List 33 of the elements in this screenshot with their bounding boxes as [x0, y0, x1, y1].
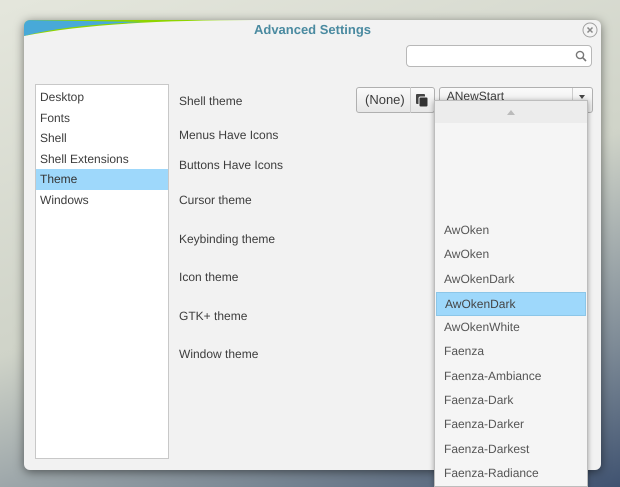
setting-label: GTK+ theme — [179, 308, 248, 325]
menu-item[interactable]: Faenza-Dark — [436, 389, 586, 414]
setting-label: Buttons Have Icons — [179, 157, 284, 174]
sidebar-item[interactable]: Theme — [36, 169, 168, 190]
setting-label: Window theme — [179, 346, 258, 363]
sidebar-item[interactable]: Desktop — [36, 87, 168, 108]
sidebar-item[interactable]: Shell Extensions — [36, 148, 168, 169]
setting-label: Menus Have Icons — [179, 127, 278, 144]
setting-label: Icon theme — [179, 269, 238, 286]
setting-label: Keybinding theme — [179, 231, 276, 248]
sidebar-item[interactable]: Windows — [36, 190, 168, 210]
menu-item[interactable]: Faenza-Ambiance — [436, 364, 586, 390]
window-title: Advanced Settings — [254, 21, 372, 40]
menu-item[interactable]: Faenza-Radiance — [436, 462, 586, 486]
sidebar-item[interactable]: Fonts — [36, 108, 168, 128]
close-icon[interactable] — [582, 22, 598, 38]
menu-item[interactable]: Faenza-Darker — [436, 413, 586, 438]
sidebar-item[interactable]: Shell — [36, 128, 168, 148]
menu-item[interactable]: AwOkenWhite — [436, 316, 586, 340]
search-icon — [575, 50, 587, 62]
menu-item[interactable]: AwOkenDark — [436, 268, 586, 292]
setting-label: Cursor theme — [179, 192, 252, 209]
menu-item[interactable]: AwOken — [436, 243, 586, 268]
files-icon — [416, 94, 428, 106]
menu-item[interactable]: Faenza-Darkest — [436, 438, 586, 462]
menu-item[interactable]: AwOken — [436, 219, 586, 244]
search-field[interactable] — [406, 45, 592, 67]
scroll-up-icon[interactable] — [507, 110, 515, 114]
menu-item[interactable]: Faenza — [436, 340, 586, 365]
theme-button[interactable]: (None) — [356, 87, 435, 113]
combo-value: ANewStart — [446, 89, 506, 103]
setting-label: Shell theme — [179, 93, 242, 110]
menu-item[interactable]: AwOkenDark — [436, 292, 586, 316]
